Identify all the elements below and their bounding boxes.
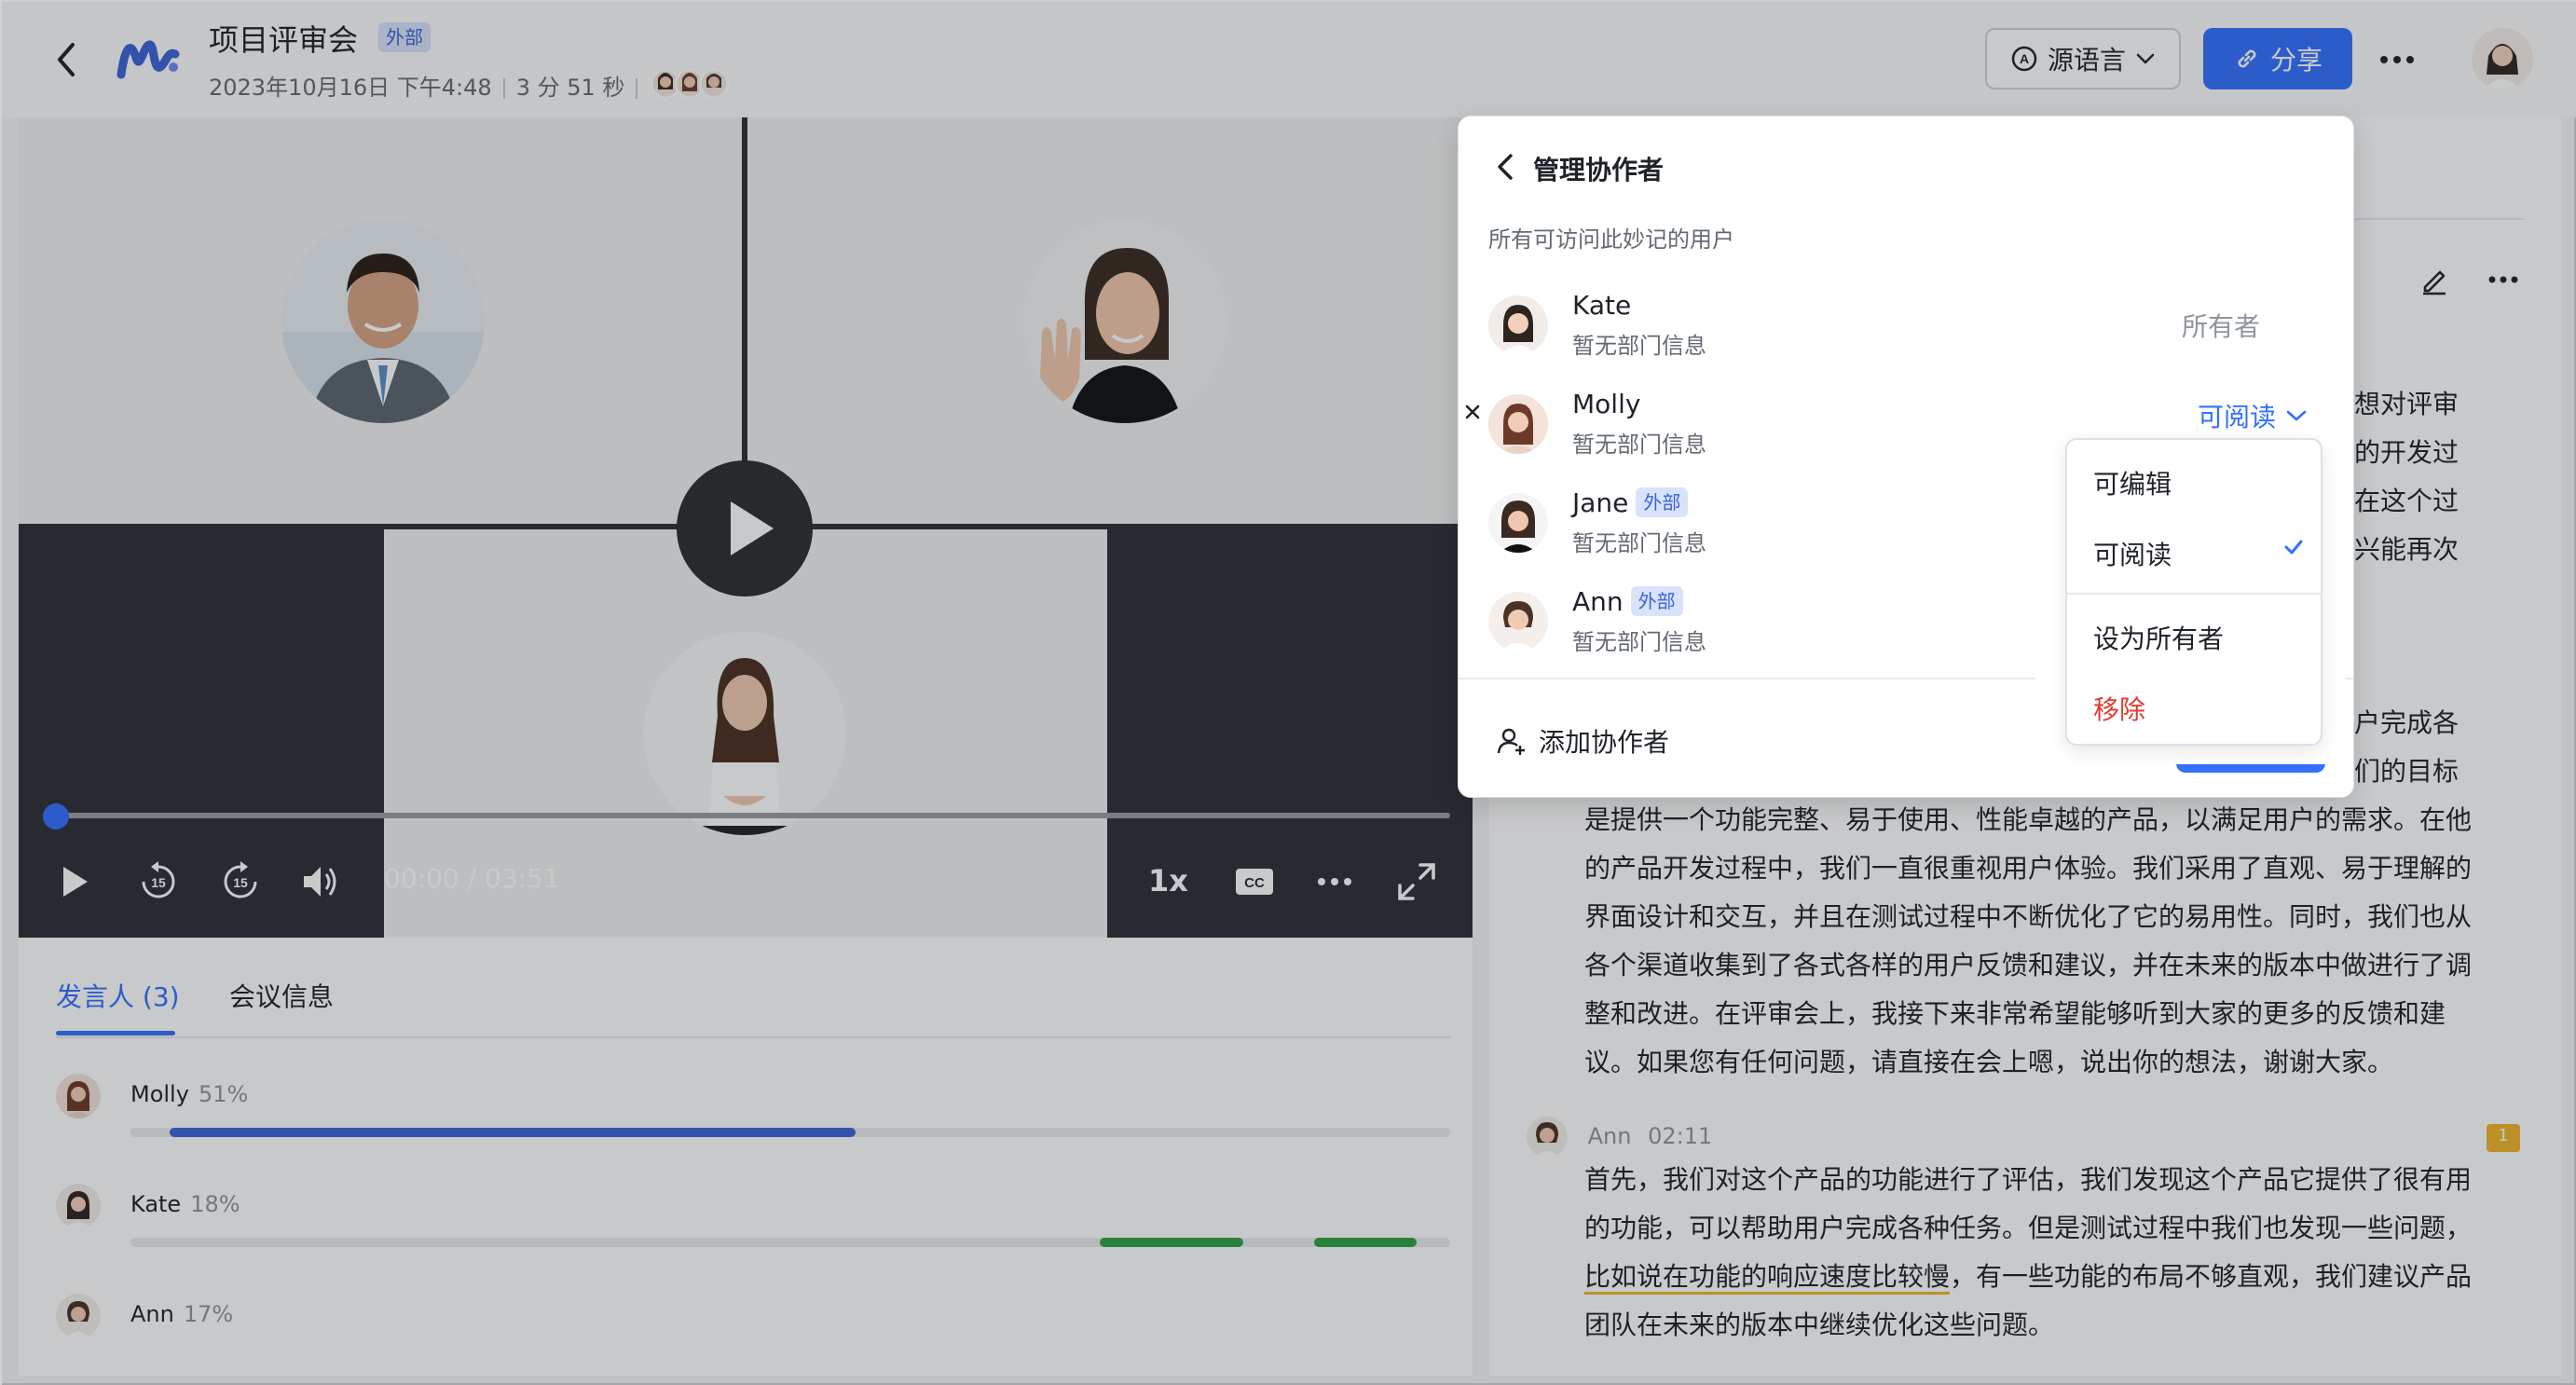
collaborator-row-kate: Kate 暂无部门信息 所有者: [1488, 288, 2327, 372]
collaborator-dept: 暂无部门信息: [1572, 530, 1706, 556]
collaborator-dept: 暂无部门信息: [1572, 432, 1706, 458]
avatar: [1488, 493, 1548, 553]
add-user-icon: [1497, 728, 1525, 755]
panel-back-icon[interactable]: [1494, 150, 1516, 184]
collaborator-dept: 暂无部门信息: [1572, 629, 1706, 655]
avatar: [1488, 295, 1548, 355]
collaborator-name: Jane 外部: [1572, 487, 1689, 518]
add-collaborator-button[interactable]: 添加协作者: [1496, 722, 1669, 760]
panel-title: 管理协作者: [1533, 155, 1665, 185]
add-collaborator-label: 添加协作者: [1539, 727, 1670, 758]
role-select-label: 可阅读: [2198, 402, 2277, 432]
collaborator-name: Kate: [1572, 290, 1632, 321]
panel-subtitle: 所有可访问此妙记的用户: [1488, 226, 1734, 253]
collaborator-dept: 暂无部门信息: [1572, 333, 1706, 359]
app-window: 项目评审会 外部 2023年10月16日 下午4:48 3 分 51 秒 A 源语…: [0, 0, 2576, 1385]
external-badge: 外部: [1636, 487, 1689, 517]
avatar: [1488, 592, 1548, 651]
checkmark-icon: [2284, 540, 2303, 555]
collaborator-role: 所有者: [2181, 311, 2260, 342]
collaborator-name: Molly: [1572, 389, 1641, 419]
role-select-molly[interactable]: 可阅读: [2198, 397, 2308, 434]
role-option-remove[interactable]: 移除: [2093, 690, 2145, 727]
chevron-down-icon: [2286, 410, 2307, 421]
remove-collaborator-icon[interactable]: [1463, 403, 1482, 421]
collaborator-name: Ann 外部: [1572, 586, 1683, 617]
role-dropdown-menu: 可编辑 可阅读 设为所有者 移除: [2065, 438, 2323, 746]
role-option-edit[interactable]: 可编辑: [2093, 464, 2172, 501]
menu-divider: [2067, 593, 2321, 595]
role-option-make-owner[interactable]: 设为所有者: [2093, 619, 2224, 656]
role-option-read[interactable]: 可阅读: [2093, 535, 2172, 572]
avatar: [1488, 394, 1548, 454]
external-badge: 外部: [1630, 586, 1683, 616]
